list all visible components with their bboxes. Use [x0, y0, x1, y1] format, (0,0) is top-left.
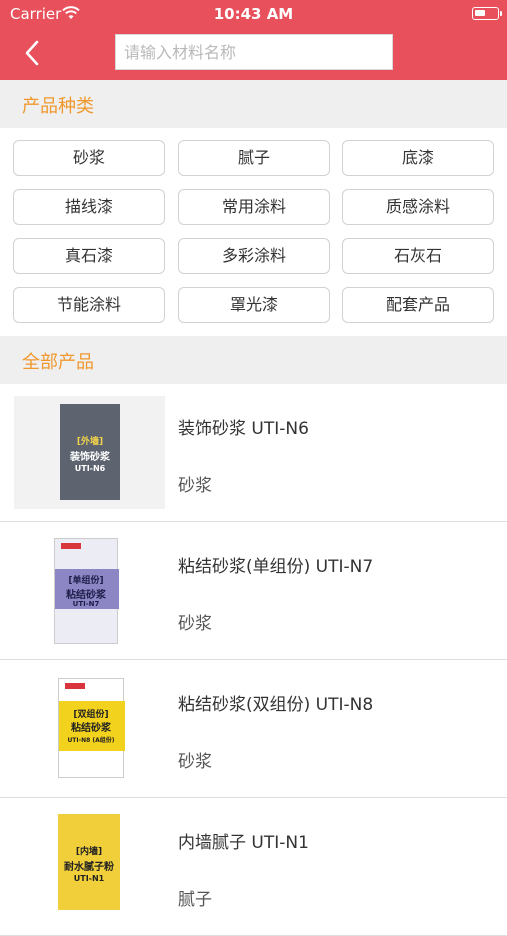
- category-chip[interactable]: 底漆: [342, 140, 494, 176]
- product-row[interactable]: [单组份] 粘结砂浆 UTI-N7 粘结砂浆(单组份) UTI-N7 砂浆: [0, 522, 507, 660]
- product-name: 粘结砂浆(单组份) UTI-N7: [178, 557, 374, 577]
- category-chip[interactable]: 砂浆: [13, 140, 165, 176]
- battery-icon: [472, 7, 499, 20]
- product-bag: [内墙] 耐水腻子粉 UTI-N1: [58, 814, 120, 910]
- product-category: 砂浆: [178, 752, 212, 772]
- product-category: 腻子: [178, 890, 212, 910]
- product-category: 砂浆: [178, 614, 212, 634]
- product-row[interactable]: [内墙] 耐水腻子粉 UTI-N1 内墙腻子 UTI-N1 腻子: [0, 798, 507, 936]
- category-chip[interactable]: 节能涂料: [13, 287, 165, 323]
- product-row[interactable]: [双组份] 粘结砂浆 UTI-N8 (A组份) 粘结砂浆(双组份) UTI-N8…: [0, 660, 507, 798]
- category-chip[interactable]: 常用涂料: [178, 189, 330, 225]
- product-name: 内墙腻子 UTI-N1: [178, 833, 309, 853]
- category-chip[interactable]: 腻子: [178, 140, 330, 176]
- battery-tip: [500, 11, 502, 16]
- product-category: 砂浆: [178, 476, 212, 496]
- back-chevron-icon[interactable]: [20, 38, 46, 68]
- categories-section-header: 产品种类: [0, 80, 507, 128]
- navigation-header: Carrier 10:43 AM: [0, 0, 507, 80]
- product-row[interactable]: [外墙] 装饰砂浆 UTI-N6 装饰砂浆 UTI-N6 砂浆: [0, 384, 507, 522]
- category-chip[interactable]: 描线漆: [13, 189, 165, 225]
- clock: 10:43 AM: [213, 5, 294, 23]
- categories-title: 产品种类: [22, 96, 94, 117]
- category-chip[interactable]: 配套产品: [342, 287, 494, 323]
- product-image: [双组份] 粘结砂浆 UTI-N8 (A组份): [14, 672, 165, 785]
- search-input[interactable]: [116, 35, 392, 69]
- product-name: 粘结砂浆(双组份) UTI-N8: [178, 695, 374, 715]
- category-chip[interactable]: 真石漆: [13, 238, 165, 274]
- category-chip[interactable]: 罩光漆: [178, 287, 330, 323]
- product-image: [外墙] 装饰砂浆 UTI-N6: [14, 396, 165, 509]
- product-bag: [双组份] 粘结砂浆 UTI-N8 (A组份): [58, 678, 125, 778]
- category-chip[interactable]: 多彩涂料: [178, 238, 330, 274]
- status-bar: Carrier 10:43 AM: [0, 0, 507, 28]
- product-bag: [外墙] 装饰砂浆 UTI-N6: [60, 404, 120, 500]
- product-bag: [单组份] 粘结砂浆 UTI-N7: [54, 538, 119, 644]
- product-image: [单组份] 粘结砂浆 UTI-N7: [14, 534, 165, 647]
- product-name: 装饰砂浆 UTI-N6: [178, 419, 309, 439]
- products-title: 全部产品: [22, 352, 94, 373]
- category-chip[interactable]: 质感涂料: [342, 189, 494, 225]
- search-box[interactable]: [115, 34, 393, 70]
- category-chip[interactable]: 石灰石: [342, 238, 494, 274]
- product-image: [内墙] 耐水腻子粉 UTI-N1: [14, 810, 165, 923]
- products-section-header: 全部产品: [0, 336, 507, 384]
